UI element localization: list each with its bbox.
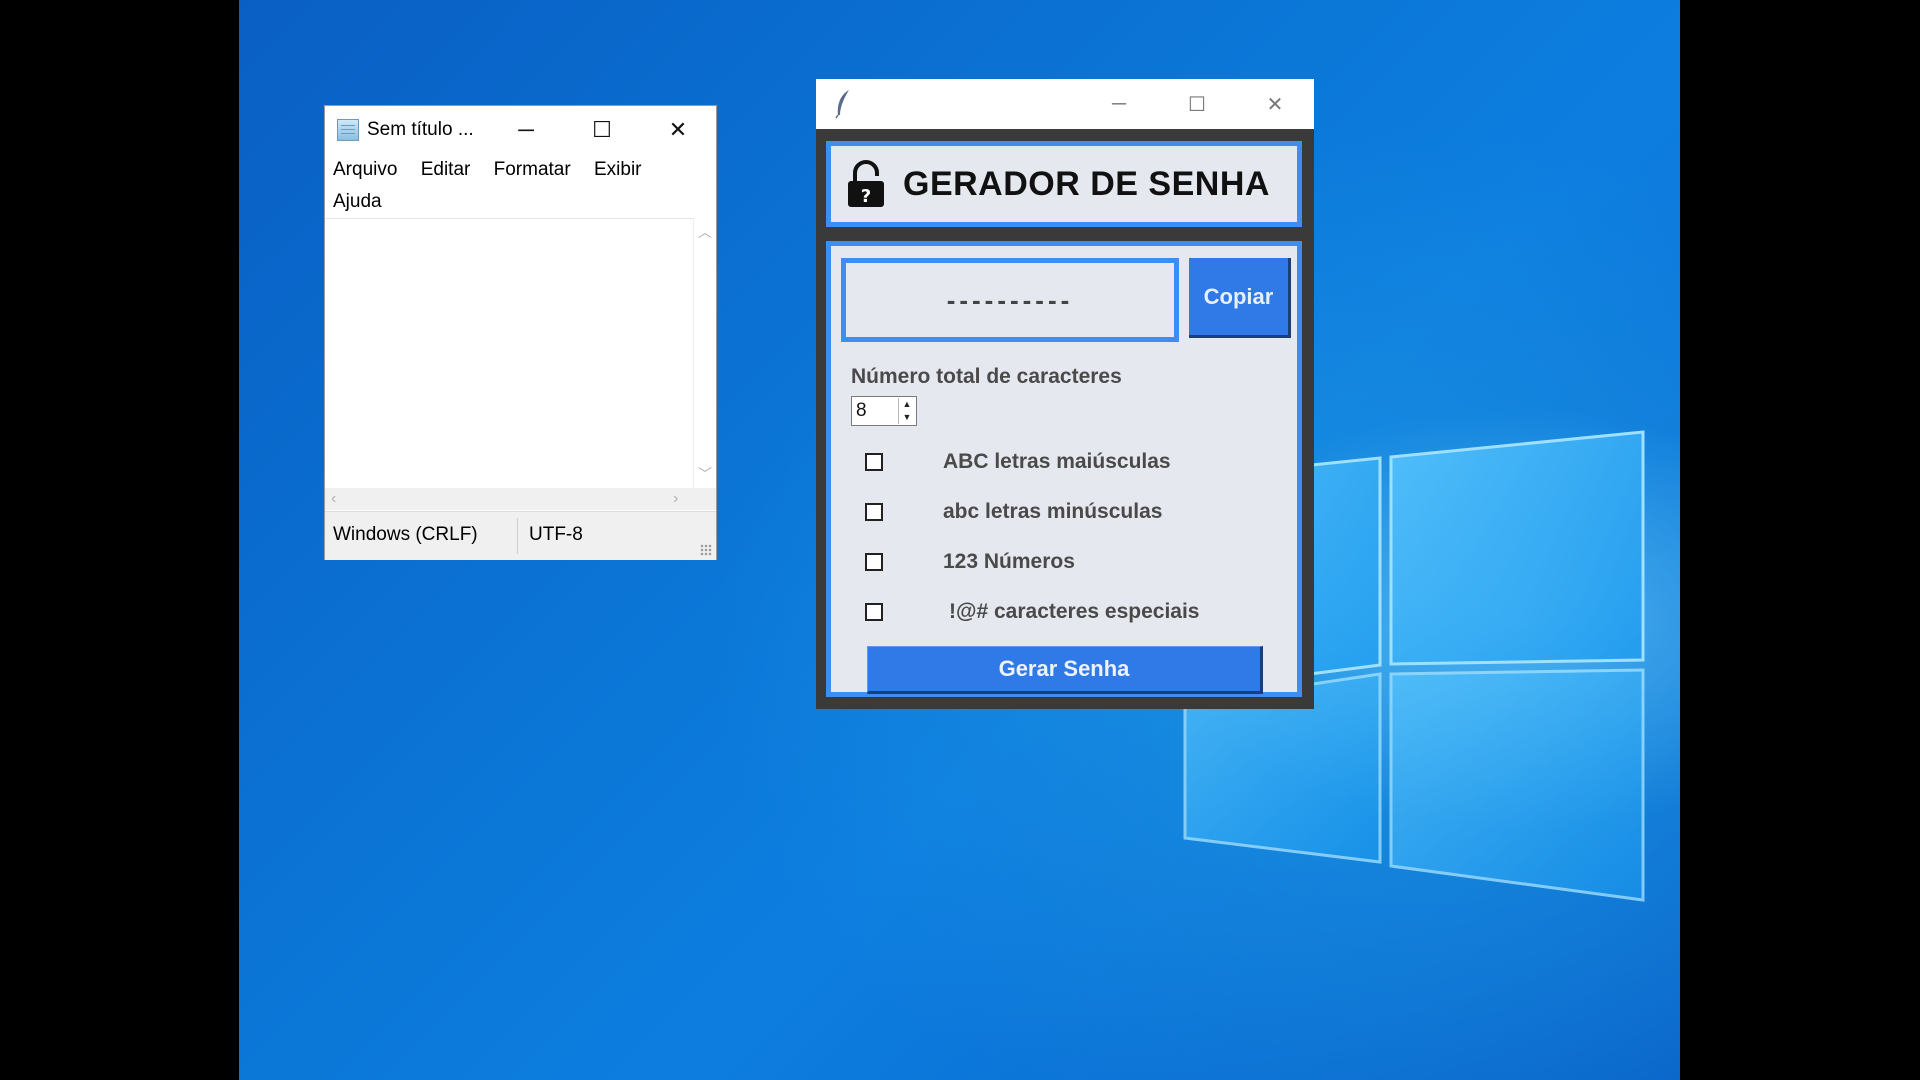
generator-minimize-button[interactable]: ─ xyxy=(1080,79,1158,129)
generator-panel: ---------- Copiar Número total de caract… xyxy=(826,241,1302,697)
character-count-label: Número total de caracteres xyxy=(851,365,1122,388)
notepad-vertical-scrollbar[interactable]: ︿ ﹀ xyxy=(693,218,716,488)
option-special-characters[interactable]: !@# caracteres especiais xyxy=(865,597,1199,627)
copy-button[interactable]: Copiar xyxy=(1189,258,1291,338)
notepad-close-button[interactable]: ✕ xyxy=(640,106,716,154)
password-generator-window: ─ ☐ ✕ ? GERADOR DE SENHA ---------- Copi… xyxy=(816,79,1314,709)
status-encoding: UTF-8 xyxy=(529,524,583,545)
numbers-checkbox[interactable] xyxy=(865,553,883,571)
notepad-app-icon xyxy=(337,119,359,141)
resize-grip-icon[interactable] xyxy=(700,544,712,556)
lowercase-label[interactable]: abc letras minúsculas xyxy=(943,500,1162,524)
option-numbers[interactable]: 123 Números xyxy=(865,547,1075,577)
spinbox-arrows[interactable]: ▲ ▼ xyxy=(898,398,915,424)
notepad-statusbar: Windows (CRLF) UTF-8 xyxy=(325,511,716,560)
status-line-endings: Windows (CRLF) xyxy=(333,524,478,545)
special-characters-checkbox[interactable] xyxy=(865,603,883,621)
spin-up-icon[interactable]: ▲ xyxy=(899,398,915,411)
option-uppercase[interactable]: ABC letras maiúsculas xyxy=(865,447,1171,477)
generator-title: GERADOR DE SENHA xyxy=(903,164,1270,203)
menu-formatar[interactable]: Formatar xyxy=(494,154,571,186)
spin-down-icon[interactable]: ▼ xyxy=(899,411,915,424)
scroll-left-icon[interactable]: ‹ xyxy=(331,488,336,510)
menu-ajuda[interactable]: Ajuda xyxy=(333,186,382,218)
uppercase-label[interactable]: ABC letras maiúsculas xyxy=(943,450,1171,474)
notepad-horizontal-scrollbar[interactable]: ‹ › xyxy=(325,488,695,510)
notepad-titlebar[interactable]: Sem título ... ─ ☐ ✕ xyxy=(325,106,716,154)
feather-icon xyxy=(835,90,849,119)
character-count-value[interactable]: 8 xyxy=(856,400,867,422)
menu-exibir[interactable]: Exibir xyxy=(594,154,642,186)
password-display[interactable]: ---------- xyxy=(841,258,1179,342)
generator-titlebar[interactable]: ─ ☐ ✕ xyxy=(816,79,1314,129)
special-characters-label[interactable]: !@# caracteres especiais xyxy=(949,600,1199,624)
generate-password-button[interactable]: Gerar Senha xyxy=(867,646,1263,694)
scroll-down-icon[interactable]: ﹀ xyxy=(694,464,716,484)
uppercase-checkbox[interactable] xyxy=(865,453,883,471)
lowercase-checkbox[interactable] xyxy=(865,503,883,521)
scrollbar-corner xyxy=(694,488,716,510)
notepad-title: Sem título ... xyxy=(367,119,474,140)
menu-editar[interactable]: Editar xyxy=(421,154,471,186)
notepad-menubar: Arquivo Editar Formatar Exibir Ajuda xyxy=(333,154,693,218)
notepad-minimize-button[interactable]: ─ xyxy=(488,106,564,154)
svg-text:?: ? xyxy=(861,186,871,207)
scroll-up-icon[interactable]: ︿ xyxy=(694,222,716,242)
numbers-label[interactable]: 123 Números xyxy=(943,550,1075,574)
notepad-text-area[interactable] xyxy=(325,218,697,489)
notepad-window: Sem título ... ─ ☐ ✕ Arquivo Editar Form… xyxy=(324,105,717,560)
menu-arquivo[interactable]: Arquivo xyxy=(333,154,397,186)
generator-close-button[interactable]: ✕ xyxy=(1236,79,1314,129)
generator-maximize-button[interactable]: ☐ xyxy=(1158,79,1236,129)
lock-icon: ? xyxy=(848,160,884,207)
status-separator xyxy=(517,518,518,554)
generator-header: ? GERADOR DE SENHA xyxy=(826,141,1302,227)
notepad-maximize-button[interactable]: ☐ xyxy=(564,106,640,154)
option-lowercase[interactable]: abc letras minúsculas xyxy=(865,497,1162,527)
scroll-right-icon[interactable]: › xyxy=(673,488,678,510)
character-count-spinbox[interactable]: 8 ▲ ▼ xyxy=(851,396,917,426)
